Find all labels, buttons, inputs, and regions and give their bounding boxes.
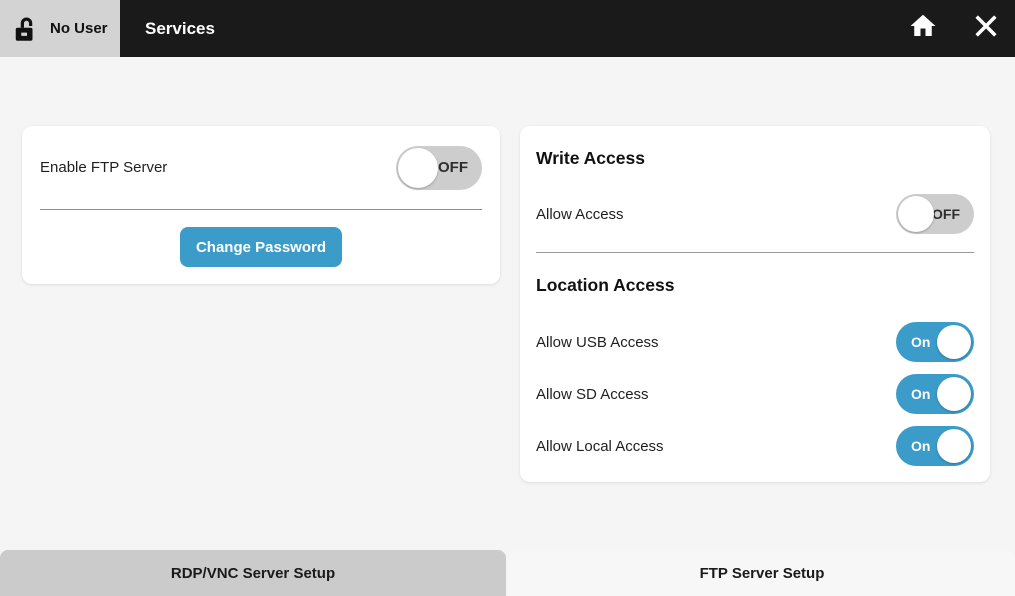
allow-usb-access-toggle[interactable]: On: [896, 322, 974, 362]
tab-ftp-server-setup[interactable]: FTP Server Setup: [509, 550, 1015, 596]
toggle-knob: [937, 325, 971, 359]
allow-access-label: Allow Access: [536, 206, 624, 223]
allow-local-access-toggle[interactable]: On: [896, 426, 974, 466]
allow-usb-access-label: Allow USB Access: [536, 334, 659, 351]
ftp-server-card: Enable FTP Server OFF Change Password: [22, 126, 500, 284]
toggle-knob: [398, 148, 438, 188]
toggle-state-label: OFF: [438, 159, 482, 176]
toggle-state-label: On: [896, 334, 930, 350]
bottom-tabbar: RDP/VNC Server Setup FTP Server Setup: [0, 550, 1015, 596]
write-access-heading: Write Access: [536, 146, 974, 170]
page-title: Services: [145, 19, 908, 39]
header-bar: No User Services: [0, 0, 1015, 57]
enable-ftp-server-toggle[interactable]: OFF: [396, 146, 482, 190]
toggle-state-label: OFF: [932, 206, 974, 222]
allow-usb-access-row: Allow USB Access On: [536, 316, 974, 368]
allow-sd-access-toggle[interactable]: On: [896, 374, 974, 414]
toggle-state-label: On: [896, 438, 930, 454]
location-access-heading: Location Access: [536, 273, 974, 297]
toggle-knob: [898, 196, 934, 232]
user-chip[interactable]: No User: [0, 0, 120, 57]
home-button[interactable]: [908, 14, 938, 44]
toggle-state-label: On: [896, 386, 930, 402]
content-area: Enable FTP Server OFF Change Password Wr…: [0, 57, 1015, 482]
user-chip-label: No User: [50, 20, 108, 37]
enable-ftp-server-label: Enable FTP Server: [40, 159, 167, 176]
change-password-button[interactable]: Change Password: [180, 227, 342, 267]
close-button[interactable]: [971, 14, 1001, 44]
tab-rdp-vnc-server-setup[interactable]: RDP/VNC Server Setup: [0, 550, 506, 596]
access-card-divider: [536, 252, 974, 253]
allow-sd-access-row: Allow SD Access On: [536, 368, 974, 420]
access-card: Write Access Allow Access OFF Location A…: [520, 126, 990, 482]
close-icon: [972, 12, 1000, 45]
allow-sd-access-label: Allow SD Access: [536, 386, 649, 403]
toggle-knob: [937, 377, 971, 411]
allow-local-access-label: Allow Local Access: [536, 438, 664, 455]
toggle-knob: [937, 429, 971, 463]
home-icon: [908, 11, 938, 46]
allow-local-access-row: Allow Local Access On: [536, 420, 974, 472]
unlock-icon: [12, 13, 42, 45]
allow-access-toggle[interactable]: OFF: [896, 194, 974, 234]
